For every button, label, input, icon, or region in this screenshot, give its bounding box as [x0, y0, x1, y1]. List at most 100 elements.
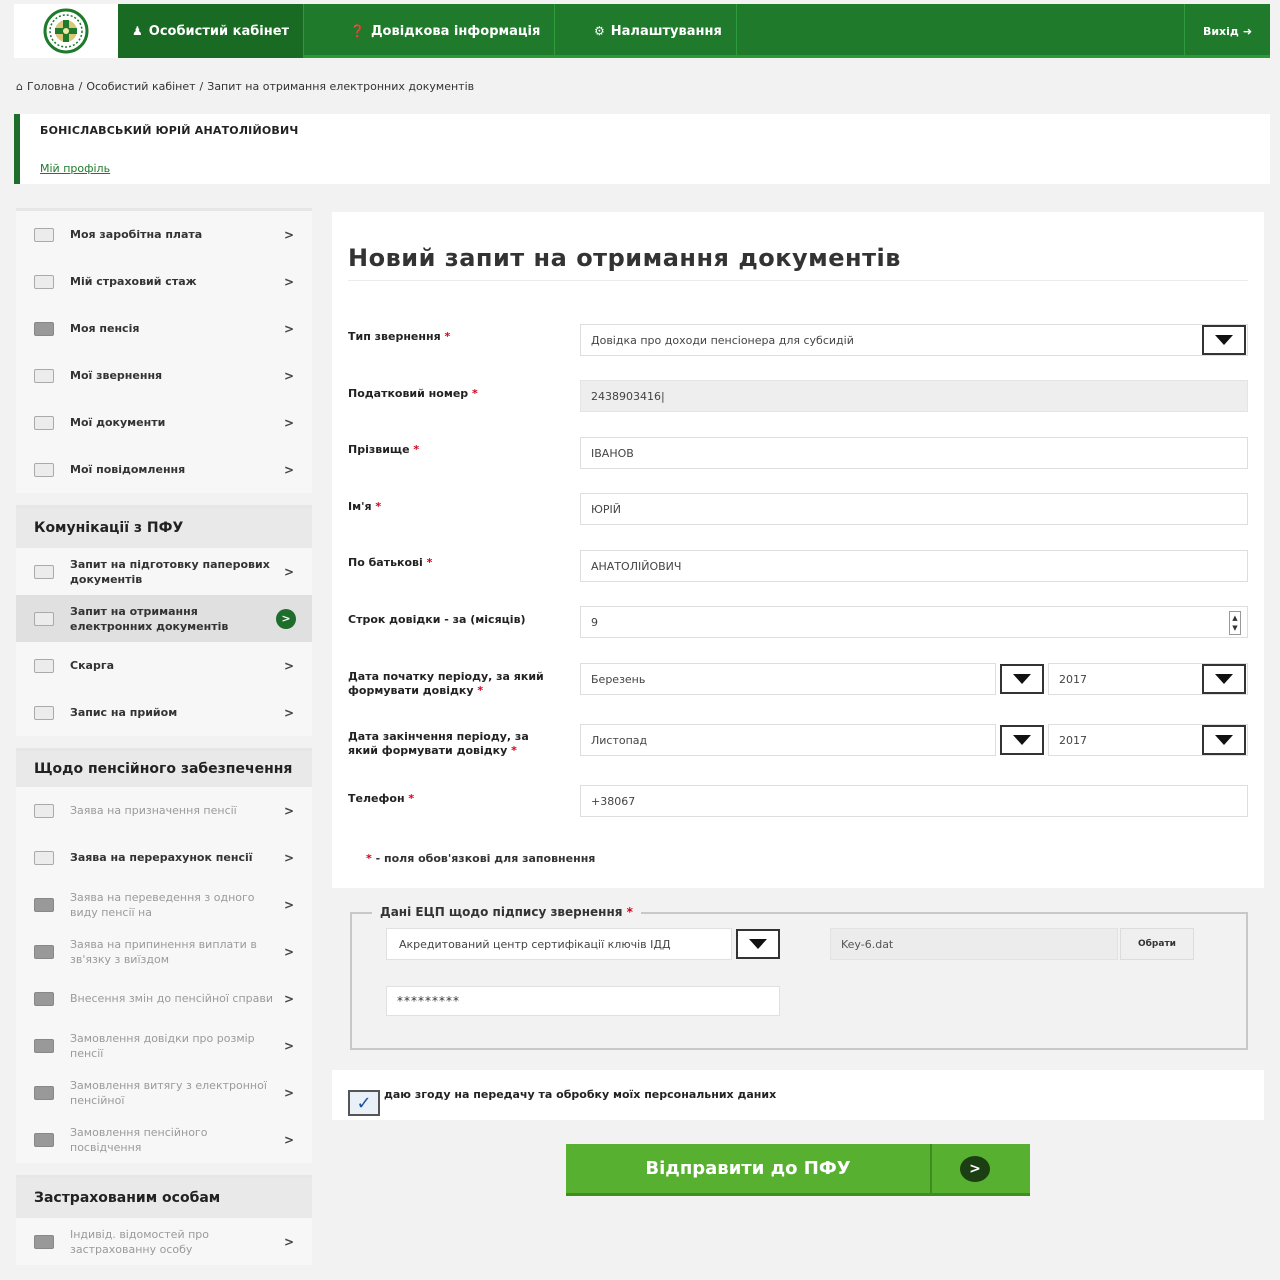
chevron-down-icon — [1013, 674, 1031, 684]
sidebar-item-label: Індивід. відомостей про застрахованну ос… — [70, 1227, 210, 1256]
sidebar-item-documents[interactable]: Мої документи > — [16, 399, 312, 446]
chevron-right-icon: > — [283, 368, 295, 383]
folder-icon — [34, 1132, 54, 1147]
sidebar-item-payment-stop[interactable]: Заява на припинення виплати в зв'язку з … — [16, 928, 312, 975]
nav-personal-cabinet[interactable]: ♟ Особистий кабінет — [118, 4, 305, 58]
consent-checkbox[interactable]: ✓ — [348, 1090, 380, 1116]
sidebar-item-pension-recalculation[interactable]: Заява на перерахунок пенсії > — [16, 834, 312, 881]
sidebar-item-label: Запит на підготовку паперових документів — [70, 557, 270, 586]
key-file-field[interactable]: Key-6.dat — [830, 928, 1118, 960]
sidebar: Моя заробітна плата > Мій страховий стаж… — [16, 208, 312, 1277]
sidebar-item-label: Замовлення пенсійного посвідчення — [70, 1125, 208, 1154]
sidebar-item-complaint[interactable]: Скарга > — [16, 642, 312, 689]
logo[interactable] — [14, 4, 118, 58]
sidebar-personal-section: Моя заробітна плата > Мій страховий стаж… — [16, 208, 312, 493]
chevron-right-circle-icon: > — [276, 608, 296, 629]
start-year-dropdown-button[interactable] — [1202, 664, 1246, 694]
sidebar-communications-section: Комунікації з ПФУ Запит на підготовку па… — [16, 505, 312, 736]
sidebar-item-appointment[interactable]: Запис на прийом > — [16, 689, 312, 736]
sidebar-item-paper-docs-request[interactable]: Запит на підготовку паперових документів… — [16, 548, 312, 595]
sidebar-item-messages[interactable]: Мої повідомлення > — [16, 446, 312, 493]
required-fields-note: * - поля обов'язкові для заповнення — [366, 852, 596, 865]
sidebar-section-title: Комунікації з ПФУ — [16, 508, 312, 548]
browse-button[interactable]: Обрати — [1120, 928, 1194, 960]
user-icon: ♟ — [132, 24, 143, 38]
sidebar-item-label: Скарга — [70, 659, 115, 672]
request-type-dropdown-button[interactable] — [1202, 325, 1246, 355]
breadcrumb-home[interactable]: Головна — [27, 80, 75, 93]
sidebar-item-pension-file-changes[interactable]: Внесення змін до пенсійної справи > — [16, 975, 312, 1022]
patronymic-field[interactable]: АНАТОЛІЙОВИЧ — [580, 550, 1248, 582]
sidebar-item-label: Запис на прийом — [70, 706, 178, 719]
user-name: БОНІСЛАВСЬКИЙ ЮРІЙ АНАТОЛІЙОВИЧ — [40, 124, 299, 137]
phone-field[interactable]: +38067 — [580, 785, 1248, 817]
end-month-dropdown-button[interactable] — [1000, 725, 1044, 755]
sidebar-item-insurance-record[interactable]: Мій страховий стаж > — [16, 258, 312, 305]
period-value: 9 — [591, 615, 598, 629]
pfu-emblem-icon — [43, 8, 89, 54]
sidebar-section-title: Щодо пенсійного забезпечення — [16, 751, 312, 787]
folder-icon — [34, 991, 54, 1006]
sidebar-item-salary[interactable]: Моя заробітна плата > — [16, 211, 312, 258]
start-date-label: Дата початку періоду, за який формувати … — [348, 670, 544, 697]
tax-number-value: 2438903416 — [591, 389, 661, 403]
tax-number-label: Податковий номер * — [348, 387, 478, 400]
stepper-arrows-icon[interactable]: ▲ ▼ — [1229, 611, 1241, 635]
chevron-down-icon — [1215, 735, 1233, 745]
submit-label: Відправити до ПФУ — [645, 1158, 851, 1179]
my-profile-link[interactable]: Мій профіль — [40, 162, 110, 175]
end-month-select[interactable]: Листопад — [580, 724, 996, 756]
chevron-down-icon — [1215, 335, 1233, 345]
nav-settings[interactable]: ⚙ Налаштування — [580, 4, 737, 58]
start-year-value: 2017 — [1059, 672, 1087, 686]
nav-reference-info[interactable]: ❓ Довідкова інформація — [336, 4, 556, 58]
chevron-right-icon: > — [283, 1132, 295, 1147]
sidebar-item-appeals[interactable]: Мої звернення > — [16, 352, 312, 399]
period-stepper[interactable]: 9 ▲ ▼ — [580, 606, 1248, 638]
question-circle-icon: ❓ — [350, 24, 365, 38]
name-field[interactable]: ЮРІЙ — [580, 493, 1248, 525]
envelope-icon — [34, 462, 54, 477]
start-month-value: Березень — [591, 672, 646, 686]
page-title: Новий запит на отримання документів — [348, 244, 901, 272]
chevron-right-icon: > — [283, 803, 295, 818]
button-divider — [930, 1144, 932, 1193]
folder-icon — [34, 897, 54, 912]
certification-center-value: Акредитований центр сертифікації ключів … — [399, 937, 671, 951]
sidebar-item-label: Запит на отримання електронних документі… — [70, 604, 229, 633]
sidebar-item-electronic-pension-extract[interactable]: Замовлення витягу з електронної пенсійно… — [16, 1069, 312, 1116]
sidebar-item-pension[interactable]: Моя пенсія > — [16, 305, 312, 352]
sidebar-item-label: Мої повідомлення — [70, 463, 186, 476]
sidebar-item-electronic-docs-request[interactable]: Запит на отримання електронних документі… — [16, 595, 312, 642]
sidebar-item-label: Моя пенсія — [70, 322, 140, 335]
folder-icon — [34, 944, 54, 959]
chevron-right-icon: > — [283, 1085, 295, 1100]
surname-value: ІВАНОВ — [591, 446, 634, 460]
start-month-select[interactable]: Березень — [580, 663, 996, 695]
sidebar-item-label: Заява на переведення з одного виду пенсі… — [70, 890, 255, 919]
start-month-dropdown-button[interactable] — [1000, 664, 1044, 694]
breadcrumb-cabinet[interactable]: Особистий кабінет — [86, 80, 195, 93]
sidebar-item-pension-assignment[interactable]: Заява на призначення пенсії > — [16, 787, 312, 834]
chevron-right-icon: > — [283, 321, 295, 336]
breadcrumb: ⌂ Головна / Особистий кабінет / Запит на… — [16, 80, 475, 93]
logout-label: Вихід — [1202, 24, 1239, 38]
surname-field[interactable]: ІВАНОВ — [580, 437, 1248, 469]
sidebar-item-pension-transfer[interactable]: Заява на переведення з одного виду пенсі… — [16, 881, 312, 928]
logout-button[interactable]: Вихід ➜ — [1184, 4, 1270, 58]
submit-to-pfu-button[interactable]: Відправити до ПФУ > — [566, 1144, 1030, 1196]
sidebar-item-individual-records[interactable]: Індивід. відомостей про застрахованну ос… — [16, 1218, 312, 1265]
sidebar-item-label: Замовлення витягу з електронної пенсійно… — [70, 1078, 267, 1107]
request-type-select[interactable]: Довідка про доходи пенсіонера для субсид… — [580, 324, 1248, 356]
end-year-dropdown-button[interactable] — [1202, 725, 1246, 755]
sidebar-item-pension-id[interactable]: Замовлення пенсійного посвідчення > — [16, 1116, 312, 1163]
certification-center-select[interactable]: Акредитований центр сертифікації ключів … — [386, 928, 732, 960]
user-info-panel: БОНІСЛАВСЬКИЙ ЮРІЙ АНАТОЛІЙОВИЧ Мій проф… — [14, 114, 1270, 184]
certification-center-dropdown-button[interactable] — [736, 929, 780, 959]
tax-number-field[interactable]: 2438903416 | — [580, 380, 1248, 412]
key-password-field[interactable]: ********* — [386, 986, 780, 1016]
sidebar-item-pension-amount-certificate[interactable]: Замовлення довідки про розмір пенсії > — [16, 1022, 312, 1069]
nav-reference-info-label: Довідкова інформація — [370, 23, 541, 39]
request-form-panel: Новий запит на отримання документів Тип … — [332, 212, 1264, 888]
folder-icon — [34, 1234, 54, 1249]
